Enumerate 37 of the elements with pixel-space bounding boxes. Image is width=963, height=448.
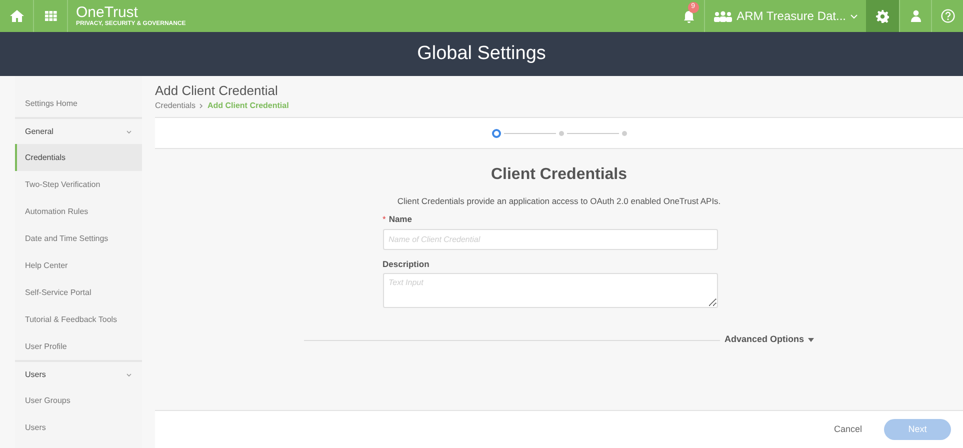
breadcrumb-separator-icon xyxy=(199,102,204,109)
home-icon xyxy=(8,9,24,23)
intro-text: Client Credentials provide an application access to OAuth 2.0 enabled OneTrust APIs. xyxy=(397,195,721,208)
settings-icon xyxy=(876,10,889,22)
advanced-options-toggle[interactable]: Advanced Options xyxy=(724,333,814,347)
sidebar-item[interactable]: Tutorial & Feedback Tools xyxy=(15,306,142,333)
sidebar-item[interactable]: Date and Time Settings xyxy=(15,225,142,252)
settings-button[interactable] xyxy=(866,0,899,32)
sidebar-item[interactable]: Two-Step Verification xyxy=(15,171,142,198)
sidebar-item[interactable]: Automation Rules xyxy=(15,198,142,225)
sidebar-item[interactable]: Self-Service Portal xyxy=(15,279,142,306)
people-icon xyxy=(712,10,733,22)
caret-icon xyxy=(808,338,814,342)
breadcrumb-link[interactable]: Credentials xyxy=(155,100,196,112)
chevron-icon xyxy=(126,372,132,376)
sidebar-item[interactable]: User Groups xyxy=(15,387,142,414)
form-title: Add Client Credential xyxy=(155,83,279,100)
field-label: Name xyxy=(388,212,412,226)
sidebar-item[interactable]: Credentials xyxy=(15,144,142,171)
sidebar-item[interactable]: User Profile xyxy=(15,333,142,360)
sidebar-item[interactable]: Settings Home xyxy=(15,90,142,117)
field-label: Description xyxy=(382,258,430,270)
section-heading: Client Credentials xyxy=(490,165,628,185)
required-marker: * xyxy=(382,212,386,226)
sidebar-item[interactable]: Users xyxy=(15,414,142,441)
help-icon xyxy=(940,9,954,23)
bell-icon xyxy=(683,10,696,22)
chevron-down-icon xyxy=(850,14,858,18)
grid-icon xyxy=(44,11,56,21)
logo-text: OneTrust xyxy=(76,5,138,20)
user-icon xyxy=(910,10,920,22)
page-title: Global Settings xyxy=(417,42,546,66)
organization-selector[interactable]: ARM Treasure Dat... xyxy=(704,0,866,32)
sidebar-item[interactable]: Help Center xyxy=(15,252,142,279)
chevron-icon xyxy=(126,130,132,134)
sidebar-section[interactable]: Users xyxy=(15,360,142,387)
cancel-button[interactable]: Cancel xyxy=(834,422,862,436)
